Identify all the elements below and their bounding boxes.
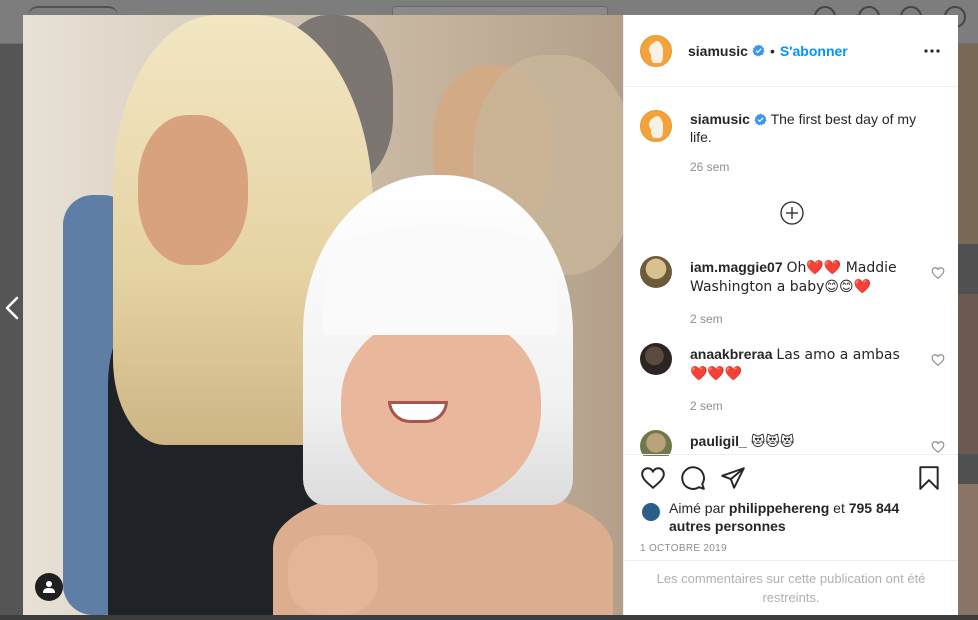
caption-time: 26 sem (690, 160, 730, 174)
more-options-button[interactable] (922, 41, 942, 61)
comments-scroll-area[interactable]: siamusic The first best day of my life. … (624, 88, 958, 456)
heart-icon[interactable] (640, 465, 666, 491)
commenter-avatar[interactable] (640, 430, 672, 456)
heart-icon[interactable] (931, 440, 945, 454)
post-side-panel: siamusic • S'abonner siamusic The first … (623, 15, 958, 615)
follow-button[interactable]: S'abonner (780, 43, 848, 59)
bookmark-icon[interactable] (916, 465, 942, 491)
load-more-comments-button[interactable] (779, 200, 805, 226)
caption-author-username[interactable]: siamusic (690, 111, 750, 127)
comment-body: anaakbreraa Las amo a ambas❤️❤️❤️ (690, 345, 910, 383)
liker-username[interactable]: philippehereng (729, 500, 829, 516)
comment-body: iam.maggie07 Oh❤️❤️ Maddie Washington a … (690, 258, 910, 296)
comment-text: 😻😻😻 (750, 434, 795, 450)
post-header: siamusic • S'abonner (624, 15, 958, 87)
verified-badge-icon (752, 44, 765, 57)
background-right-edge (958, 44, 978, 620)
commenter-username[interactable]: pauligil_ (690, 433, 747, 449)
verified-badge-icon (754, 113, 767, 126)
caption-author-avatar[interactable] (640, 110, 672, 142)
comment-body: pauligil_ 😻😻😻 (690, 432, 910, 451)
post-photo (23, 15, 623, 615)
heart-icon[interactable] (931, 266, 945, 280)
likes-prefix: Aimé par (669, 500, 726, 516)
comment-bubble-icon[interactable] (680, 465, 706, 491)
user-tags-button[interactable] (35, 573, 63, 601)
commenter-username[interactable]: iam.maggie07 (690, 259, 783, 275)
comment-item: iam.maggie07 Oh❤️❤️ Maddie Washington a … (640, 256, 945, 336)
background-left-edge (0, 44, 23, 620)
liker-avatar[interactable] (640, 501, 662, 523)
plus-circle-icon (780, 201, 804, 225)
paper-plane-icon[interactable] (720, 465, 746, 491)
post-date[interactable]: 1 OCTOBRE 2019 (640, 543, 727, 554)
chevron-left-icon (5, 296, 19, 320)
comment-time: 2 sem (690, 312, 723, 326)
caption: siamusic The first best day of my life. … (640, 110, 945, 174)
header-separator: • (769, 42, 775, 59)
post-action-bar (624, 454, 958, 502)
comment-time: 2 sem (690, 399, 723, 413)
heart-icon[interactable] (931, 353, 945, 367)
user-tag-icon (43, 581, 55, 593)
comment-item: anaakbreraa Las amo a ambas❤️❤️❤️ 2 sem (640, 343, 945, 423)
background-bottom-edge (0, 615, 978, 620)
likes-connector: et (833, 500, 845, 516)
more-horizontal-icon (924, 49, 940, 53)
commenter-avatar[interactable] (640, 256, 672, 288)
comments-restricted-notice: Les commentaires sur cette publication o… (624, 560, 958, 615)
author-avatar[interactable] (640, 34, 672, 67)
author-username[interactable]: siamusic (688, 43, 748, 59)
post-modal: siamusic • S'abonner siamusic The first … (23, 15, 958, 615)
comment-item: pauligil_ 😻😻😻 (640, 430, 945, 456)
commenter-username[interactable]: anaakbreraa (690, 346, 773, 362)
commenter-avatar[interactable] (640, 343, 672, 375)
previous-post-button[interactable] (2, 292, 22, 324)
